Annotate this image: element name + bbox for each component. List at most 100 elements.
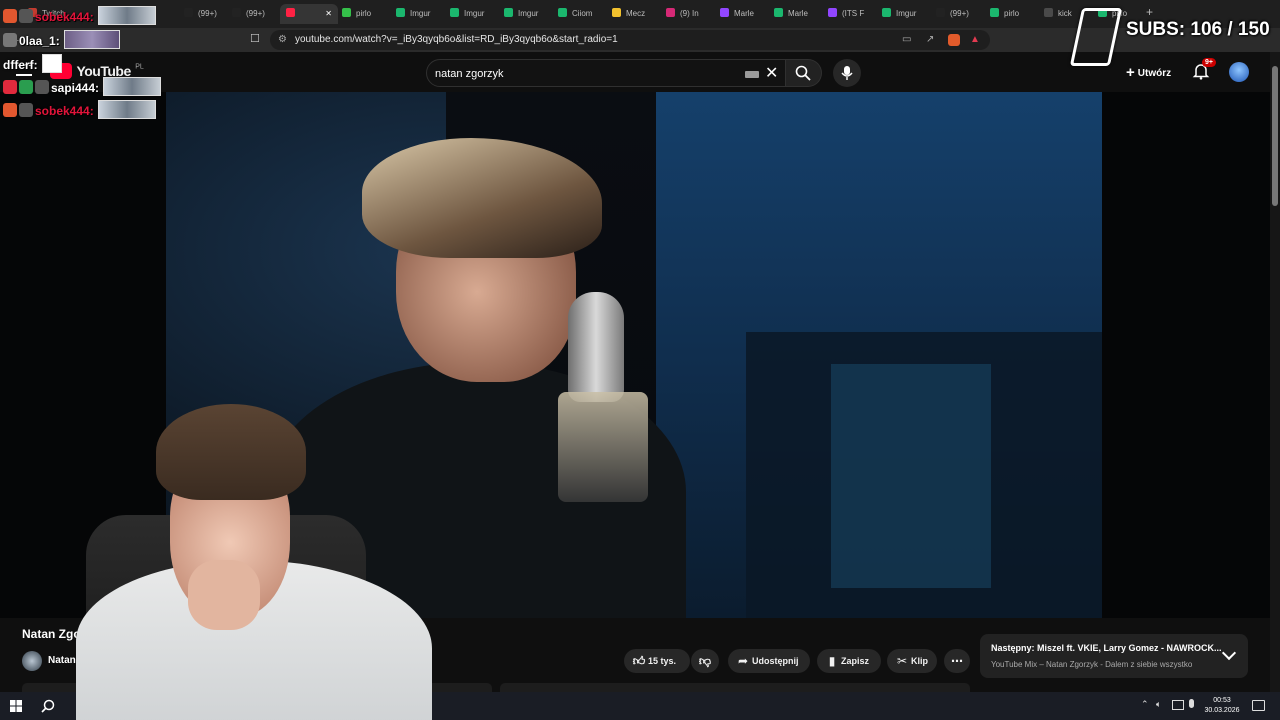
tab-label: Imgur bbox=[410, 9, 431, 18]
tab-favicon-icon bbox=[286, 8, 295, 17]
chat-emote-image bbox=[97, 100, 156, 119]
share-button[interactable]: ➦ Udostępnij bbox=[728, 649, 810, 673]
tab-label: Imgur bbox=[518, 9, 539, 18]
tab-favicon-icon bbox=[990, 8, 999, 17]
browser-tab[interactable]: pirlo bbox=[336, 4, 392, 24]
tab-label: (99+) bbox=[198, 9, 217, 18]
browser-tab[interactable]: Imgur bbox=[390, 4, 446, 24]
tab-label: Mecz bbox=[626, 9, 646, 18]
cast-icon[interactable]: ▭ bbox=[902, 30, 911, 50]
browser-tab[interactable]: Imgur bbox=[498, 4, 554, 24]
up-next-subtitle: YouTube Mix – Natan Zgorzyk - Dalem z si… bbox=[991, 660, 1193, 669]
browser-tab[interactable]: Marle bbox=[768, 4, 824, 24]
tab-close-icon[interactable]: ✕ bbox=[325, 4, 332, 24]
speaker-icon[interactable]: 🔈︎ bbox=[1156, 699, 1161, 710]
bookmark-save-icon: ▮ bbox=[828, 654, 836, 668]
save-button[interactable]: ▮ Zapisz bbox=[817, 649, 881, 673]
scissors-icon: ✂ bbox=[896, 654, 908, 668]
chat-username: 0laa_1: bbox=[19, 34, 60, 48]
tab-favicon-icon bbox=[828, 8, 837, 17]
like-button[interactable]: 👍︎ 15 tys. bbox=[624, 649, 690, 673]
chat-badge-icon bbox=[19, 103, 33, 117]
dislike-button[interactable]: 👎︎ bbox=[691, 649, 719, 673]
chat-emote-image bbox=[97, 6, 156, 25]
up-next-card[interactable]: Następny: Miszel ft. VKIE, Larry Gomez -… bbox=[980, 634, 1248, 678]
browser-tab[interactable]: Ciiom bbox=[552, 4, 608, 24]
chat-message: sobek444: bbox=[3, 100, 156, 119]
channel-name[interactable]: Natan bbox=[48, 655, 76, 666]
clear-search-icon[interactable]: ✕ bbox=[765, 60, 778, 88]
share-label: Udostępnij bbox=[752, 656, 799, 666]
microphone-icon bbox=[841, 66, 853, 80]
taskbar-search-icon[interactable] bbox=[41, 699, 55, 713]
chat-badge-icon bbox=[3, 9, 17, 23]
chat-username: sapi444: bbox=[51, 81, 100, 95]
more-icon: ⋯ bbox=[951, 654, 963, 668]
browser-tab[interactable]: Imgur bbox=[444, 4, 500, 24]
browser-tab[interactable]: (99+) bbox=[930, 4, 986, 24]
like-count: 15 tys. bbox=[648, 656, 677, 666]
clock-date: 30.03.2026 bbox=[1204, 707, 1240, 714]
search-input[interactable]: natan zgorzyk ✕ bbox=[426, 59, 786, 87]
chat-emote-image bbox=[41, 54, 62, 73]
brave-shield-icon[interactable] bbox=[948, 34, 960, 46]
more-actions-button[interactable]: ⋯ bbox=[944, 649, 970, 673]
network-icon[interactable] bbox=[1172, 700, 1184, 710]
tab-label: Ciiom bbox=[572, 9, 593, 18]
tab-label: Marle bbox=[788, 9, 809, 18]
chat-badge-icon bbox=[3, 33, 17, 47]
chat-message: sobek444: bbox=[3, 6, 156, 25]
tab-favicon-icon bbox=[558, 8, 567, 17]
up-next-title[interactable]: Następny: Miszel ft. VKIE, Larry Gomez -… bbox=[991, 643, 1222, 653]
mic-stand-shape bbox=[558, 392, 648, 502]
tab-label: pirlo bbox=[356, 9, 372, 18]
tab-label: pirlo bbox=[1004, 9, 1020, 18]
frame-on-wall-shape bbox=[831, 364, 991, 588]
site-info-icon[interactable]: ⚙ bbox=[278, 34, 287, 45]
tab-favicon-icon bbox=[184, 8, 193, 17]
search-query: natan zgorzyk bbox=[435, 68, 504, 80]
browser-tab[interactable]: (ITS F bbox=[822, 4, 878, 24]
url-field[interactable]: ⚙ youtube.com/watch?v=_iBy3qyqb6o&list=RD… bbox=[270, 30, 990, 50]
chat-badge-icon bbox=[3, 80, 17, 94]
voice-search-button[interactable] bbox=[833, 59, 861, 87]
create-label: Utwórz bbox=[1137, 68, 1172, 79]
microphone-tray-icon[interactable] bbox=[1189, 699, 1194, 708]
notification-center-icon[interactable] bbox=[1252, 700, 1265, 711]
windows-start-icon[interactable] bbox=[10, 700, 22, 712]
browser-tab[interactable]: pirlo bbox=[984, 4, 1040, 24]
browser-tab[interactable]: Mecz bbox=[606, 4, 662, 24]
channel-avatar[interactable] bbox=[22, 651, 42, 671]
chat-badge-icon bbox=[35, 80, 49, 94]
tab-label: (ITS F bbox=[842, 9, 865, 18]
tab-label: (99+) bbox=[950, 9, 969, 18]
browser-tab[interactable]: Marle bbox=[714, 4, 770, 24]
tab-favicon-icon bbox=[1044, 8, 1053, 17]
channel-row[interactable]: Natan bbox=[22, 650, 76, 672]
chevron-down-icon[interactable] bbox=[1221, 645, 1237, 661]
browser-tab[interactable]: Imgur bbox=[876, 4, 932, 24]
tab-favicon-icon bbox=[774, 8, 783, 17]
search-button[interactable] bbox=[786, 59, 822, 87]
tab-favicon-icon bbox=[342, 8, 351, 17]
browser-tab[interactable]: ✕ bbox=[280, 4, 338, 24]
page-scrollbar[interactable] bbox=[1270, 52, 1280, 692]
chat-emote-image bbox=[103, 77, 162, 96]
bookmark-icon[interactable]: ☐ bbox=[250, 32, 260, 45]
keyboard-icon[interactable] bbox=[745, 71, 759, 78]
clock-time: 00:53 bbox=[1213, 697, 1231, 704]
chat-username: dfferf: bbox=[3, 58, 38, 72]
sub-goal-overlay: SUBS: 106 / 150 bbox=[1069, 4, 1275, 66]
thumbs-up-icon: 👍︎ bbox=[632, 654, 646, 668]
chat-badge-icon bbox=[19, 9, 33, 23]
brave-rewards-icon[interactable]: ▲ bbox=[970, 30, 980, 50]
scrollbar-thumb[interactable] bbox=[1272, 66, 1278, 206]
clip-button[interactable]: ✂ Klip bbox=[887, 649, 937, 673]
share-page-icon[interactable]: ↗ bbox=[926, 30, 934, 50]
url-text: youtube.com/watch?v=_iBy3qyqb6o&list=RD_… bbox=[294, 34, 618, 45]
tab-label: (9) In bbox=[680, 9, 699, 18]
browser-tab[interactable]: (99+) bbox=[226, 4, 282, 24]
taskbar-clock[interactable]: 00:53 30.03.2026 bbox=[1200, 696, 1244, 716]
tray-chevron-icon[interactable]: ⌃ bbox=[1141, 699, 1149, 710]
browser-tab[interactable]: (9) In bbox=[660, 4, 716, 24]
